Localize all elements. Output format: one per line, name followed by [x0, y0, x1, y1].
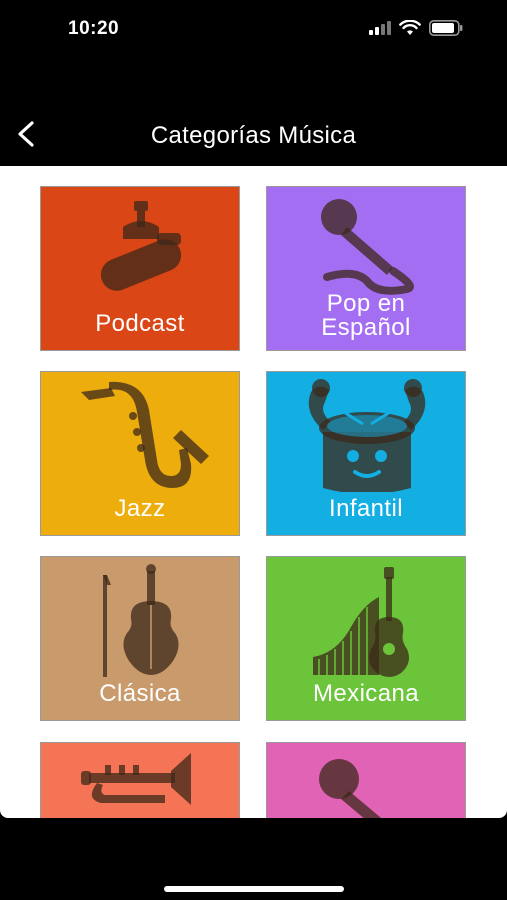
handheld-microphone-icon [321, 199, 414, 295]
nav-bar: Categorías Música [0, 100, 507, 166]
category-tile-pop-en-espanol[interactable]: Pop en Español [266, 186, 466, 351]
microphone-icon [319, 759, 382, 818]
category-tile-jazz[interactable]: Jazz [40, 371, 240, 536]
battery-icon [429, 20, 463, 36]
category-label: Clásica [99, 680, 181, 707]
category-grid: Podcast Pop en Español Jazz Infantil Clá… [0, 166, 507, 818]
status-icons [369, 20, 463, 36]
wifi-icon [399, 20, 421, 35]
category-label: Podcast [95, 310, 185, 337]
category-label: Jazz [114, 495, 166, 522]
category-tile-trumpet[interactable] [40, 742, 240, 818]
saxophone-icon [81, 381, 209, 488]
category-label: Pop en Español [267, 292, 465, 340]
category-label-line-2: Español [321, 314, 411, 341]
category-tile-microphone[interactable] [266, 742, 466, 818]
category-tile-mexicana[interactable]: Mexicana [266, 556, 466, 721]
cellular-signal-icon [369, 21, 391, 35]
cartoon-drum-icon [308, 379, 426, 492]
category-tile-podcast[interactable]: Podcast [40, 186, 240, 351]
category-label: Infantil [329, 495, 403, 522]
status-time: 10:20 [68, 18, 120, 39]
status-bar: 10:20 [0, 0, 507, 58]
podcast-microphone-icon [100, 201, 182, 291]
category-tile-infantil[interactable]: Infantil [266, 371, 466, 536]
category-label: Mexicana [313, 680, 419, 707]
violin-icon [103, 564, 179, 677]
guitar-sarape-icon [313, 567, 409, 677]
page-title: Categorías Música [150, 122, 357, 149]
trumpet-icon [81, 753, 191, 805]
home-indicator[interactable] [164, 886, 344, 892]
category-tile-clasica[interactable]: Clásica [40, 556, 240, 721]
category-label-line-1: Pop en [326, 290, 406, 317]
